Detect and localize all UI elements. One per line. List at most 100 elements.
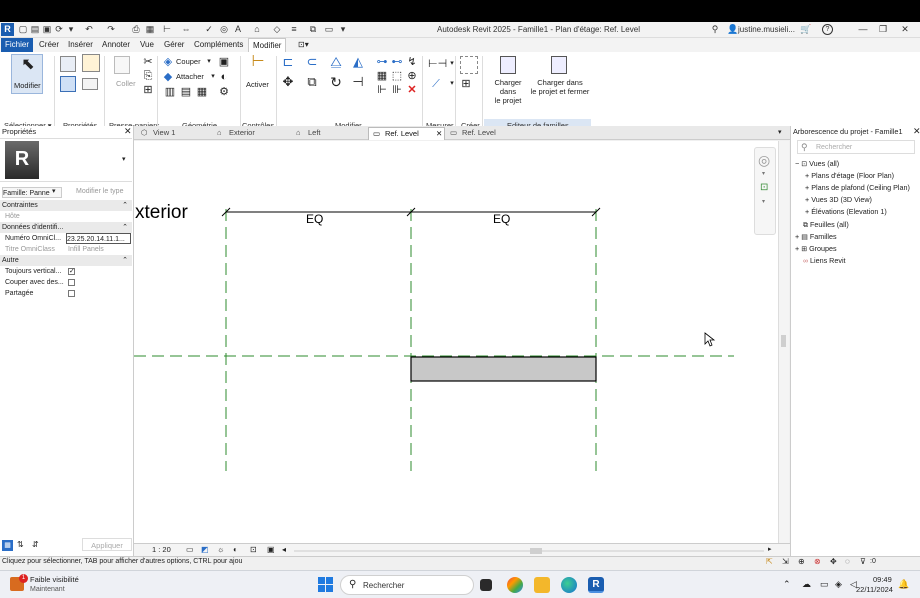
select-underlay-icon[interactable]: ⇲ <box>782 557 789 566</box>
apply-button[interactable]: Appliquer <box>82 538 132 551</box>
revit-taskbar-icon[interactable]: R <box>588 577 604 593</box>
remove-paint-icon[interactable]: ▤ <box>180 86 192 98</box>
collapse-icon[interactable]: − <box>795 159 799 168</box>
collapse-icon[interactable]: ⌃ <box>122 222 128 233</box>
align-icon[interactable]: ⊏ <box>282 55 294 68</box>
horizontal-scrollbar[interactable] <box>294 548 764 554</box>
split-gap-icon[interactable]: ⊷ <box>391 56 403 68</box>
tab-contextual-dropdown[interactable]: ⊡▾ <box>294 38 313 52</box>
tab-creer[interactable]: Créer <box>35 38 63 52</box>
taskbar-search[interactable]: ⚲ Rechercher <box>340 575 474 595</box>
paint-icon[interactable]: ◐ <box>218 71 230 83</box>
print-icon[interactable]: ⎙ <box>131 24 141 34</box>
collapse-icon[interactable]: ⌃ <box>122 200 128 211</box>
save-icon[interactable]: ▣ <box>42 24 52 34</box>
browser-search-input[interactable]: ⚲ Rechercher <box>797 140 915 154</box>
tab-fichier[interactable]: Fichier <box>1 38 34 52</box>
always-vertical-checkbox[interactable]: ✓ <box>68 268 75 275</box>
tab-annoter[interactable]: Annoter <box>98 38 134 52</box>
section-contraintes[interactable]: Contraintes ⌃ <box>0 200 132 211</box>
activate-button[interactable]: Activer <box>246 80 269 89</box>
join-geometry-button[interactable]: Attacher <box>176 72 204 81</box>
view-tab-exterior[interactable]: ⌂ Exterior <box>213 127 289 140</box>
dimension-icon[interactable]: ⇔ <box>181 24 191 34</box>
tab-menu-icon[interactable]: ▾ <box>778 128 782 136</box>
aligned-dimension-icon[interactable]: ⟋ <box>428 78 444 90</box>
dimension-eq-label[interactable]: EQ <box>306 212 323 226</box>
tree-item-ceiling-plans[interactable]: + Plans de plafond (Ceiling Plan) <box>805 183 910 193</box>
match-type-icon[interactable]: ⊞ <box>142 84 154 96</box>
demolish-icon[interactable]: ▦ <box>196 86 208 98</box>
zoom-region-icon[interactable]: ⊡ <box>760 182 768 193</box>
tab-complements[interactable]: Compléments <box>190 38 247 52</box>
thin-lines-icon[interactable]: ≡ <box>289 24 299 34</box>
cut-with-voids-checkbox[interactable] <box>68 279 75 286</box>
pin-icon[interactable]: ⊕ <box>406 70 418 82</box>
close-tab-icon[interactable]: ✕ <box>436 128 442 140</box>
family-types-icon[interactable] <box>60 76 76 92</box>
tag-icon[interactable]: ◎ <box>219 24 229 34</box>
view-tab-ref-level[interactable]: ▭ Ref. Level <box>446 127 522 140</box>
minimize-icon[interactable]: — <box>858 24 868 34</box>
tree-item-groups[interactable]: + ⊞ Groupes <box>795 244 837 255</box>
offset-icon[interactable]: ⊂ <box>306 55 318 68</box>
print-setup-icon[interactable]: ▦ <box>145 24 155 34</box>
temporary-hide-icon[interactable]: ▣ <box>267 545 275 554</box>
chevron-down-icon[interactable]: ▾ <box>762 170 765 177</box>
restore-icon[interactable]: ❐ <box>878 24 888 34</box>
tree-item-vues[interactable]: − ⊡ Vues (all) <box>795 159 839 170</box>
section-identification[interactable]: Données d'identifi... ⌃ <box>0 222 132 233</box>
expand-icon[interactable]: + <box>805 171 809 180</box>
tab-vue[interactable]: Vue <box>136 38 158 52</box>
omniclass-number-field[interactable]: 23.25.20.14.11.1... <box>66 233 131 244</box>
tab-modifier[interactable]: Modifier <box>248 38 287 52</box>
folder-icon[interactable]: ▤ <box>30 24 40 34</box>
array-icon[interactable]: ▦ <box>376 70 388 82</box>
sort-alpha-icon[interactable]: ⇵ <box>32 540 39 549</box>
type-selector[interactable]: R ▾ <box>0 138 132 182</box>
chevron-down-icon[interactable]: ▾ <box>203 56 215 68</box>
tab-gerer[interactable]: Gérer <box>160 38 188 52</box>
expand-icon[interactable]: + <box>805 207 809 216</box>
visual-style-icon[interactable]: ◩ <box>201 545 209 554</box>
clock-time[interactable]: 09:49 <box>873 575 892 584</box>
measure-icon[interactable]: ⊢ <box>162 24 172 34</box>
sync-dropdown-icon[interactable]: ▾ <box>66 24 76 34</box>
file-explorer-icon[interactable] <box>534 577 550 593</box>
trim-multiple-icon[interactable]: ⊪ <box>391 84 403 96</box>
view-tab-view1[interactable]: ⬡ View 1 <box>137 127 212 140</box>
copilot-icon[interactable] <box>507 577 523 593</box>
chevron-down-icon[interactable]: ▾ <box>762 198 765 205</box>
filter-icon[interactable]: ⊽ <box>860 557 866 566</box>
modify-button[interactable]: ⬉ Modifier <box>11 54 43 94</box>
sync-icon[interactable]: ⟳ <box>54 24 64 34</box>
family-category-icon[interactable] <box>82 78 98 90</box>
cart-icon[interactable]: 🛒 <box>800 24 811 34</box>
split-icon[interactable]: ⊶ <box>376 56 388 68</box>
edge-icon[interactable] <box>561 577 577 593</box>
network-icon[interactable]: ◈ <box>835 579 842 590</box>
delete-icon[interactable]: ✕ <box>406 84 418 96</box>
select-links-icon[interactable]: ⇱ <box>766 557 773 566</box>
detail-level-icon[interactable]: ▭ <box>186 545 194 554</box>
rotate-icon[interactable]: ↻ <box>330 75 342 89</box>
tree-item-3d-views[interactable]: + Vues 3D (3D View) <box>805 195 872 205</box>
close-icon[interactable]: ✕ <box>913 126 920 137</box>
weather-title[interactable]: Faible visibilité <box>30 575 79 584</box>
dimension-eq-label[interactable]: EQ <box>493 212 510 226</box>
spot-icon[interactable]: ✓ <box>204 24 214 34</box>
load-into-project-button[interactable]: Charger dans le projet <box>487 78 529 105</box>
drag-elements-icon[interactable]: ✥ <box>830 557 837 566</box>
switch-windows-icon[interactable]: ▭ <box>324 24 334 34</box>
tree-item-sheets[interactable]: ⧉ Feuilles (all) <box>803 220 849 231</box>
vertical-scrollbar[interactable] <box>778 141 789 544</box>
close-window-icon[interactable]: ✕ <box>900 24 910 34</box>
notifications-bell-icon[interactable]: 🔔 <box>898 579 909 590</box>
onedrive-icon[interactable]: ☁ <box>802 579 811 590</box>
reveal-hidden-icon[interactable]: ◂ <box>282 545 286 554</box>
sun-path-icon[interactable]: ☼ <box>217 545 224 554</box>
drawing-canvas[interactable]: xterior EQ EQ ◎ ▾ ⊡ ▾ <box>134 141 778 544</box>
cut-geometry-button[interactable]: Couper <box>176 57 201 66</box>
load-and-close-button[interactable]: Charger dans le projet et fermer <box>530 78 590 96</box>
tree-item-elevations[interactable]: + Élévations (Elevation 1) <box>805 207 887 217</box>
